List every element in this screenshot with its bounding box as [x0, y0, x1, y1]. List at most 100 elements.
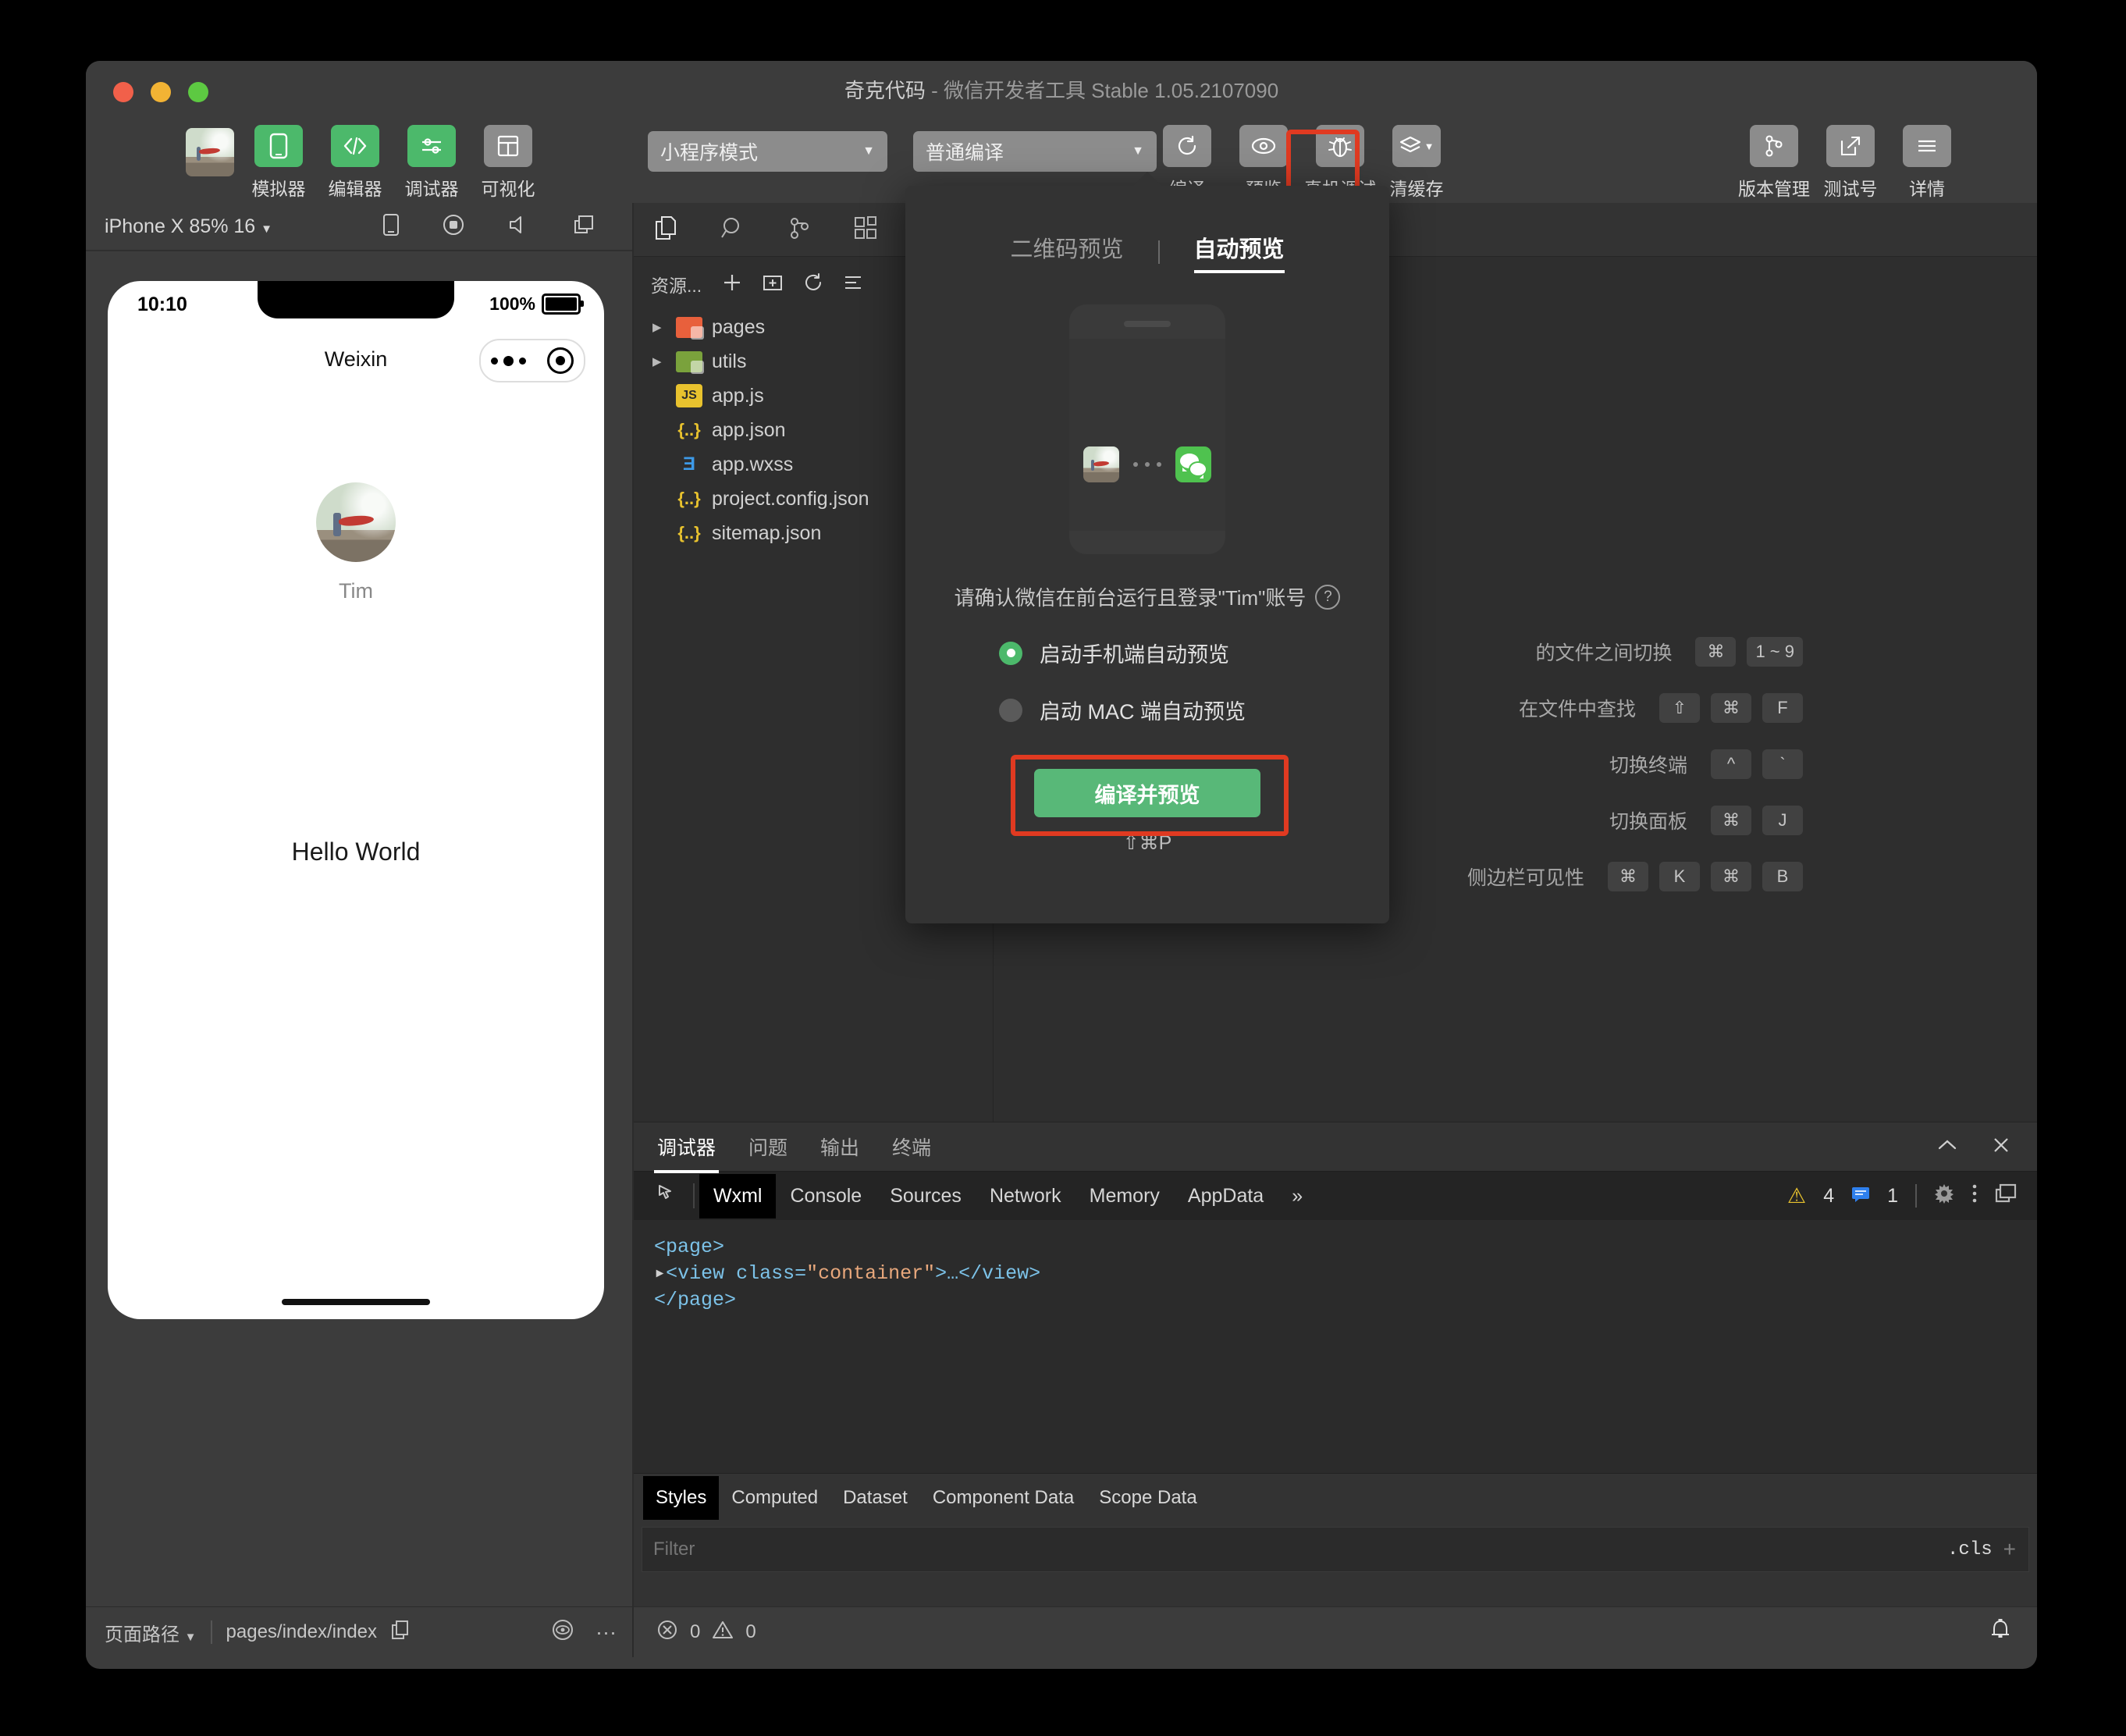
tab-problems[interactable]: 问题: [745, 1128, 791, 1165]
json-file-icon: {..}: [677, 489, 701, 508]
more-tabs-button[interactable]: »: [1278, 1174, 1317, 1218]
tab-appdata[interactable]: AppData: [1174, 1174, 1278, 1218]
debugger-panel: 调试器 问题 输出 终端 Wxml Console Sources Networ…: [634, 1122, 2037, 1606]
toolbar-label: 模拟器: [251, 179, 306, 199]
devtools-window: 奇克代码 - 微信开发者工具 Stable 1.05.2107090 模拟器 编…: [86, 61, 2037, 1669]
refresh-explorer-icon[interactable]: [803, 272, 823, 297]
tab-sources[interactable]: Sources: [876, 1174, 976, 1218]
warning-icon[interactable]: [713, 1620, 734, 1645]
help-icon[interactable]: ?: [1315, 584, 1341, 610]
simulator-panel: iPhone X 85% 16 ▼ 10:10 100% Weixin Tim …: [86, 203, 634, 1606]
close-mini-program-icon[interactable]: [546, 347, 574, 374]
battery-percent: 100%: [489, 293, 535, 314]
tab-memory[interactable]: Memory: [1075, 1174, 1174, 1218]
toolbar-visualizer[interactable]: 可视化: [476, 125, 540, 201]
toolbar-editor[interactable]: 编辑器: [323, 125, 387, 201]
transfer-dots-icon: [1133, 462, 1161, 467]
tab-terminal[interactable]: 终端: [889, 1128, 934, 1165]
phone-simulator[interactable]: 10:10 100% Weixin Tim Hello World: [108, 281, 604, 1319]
phone-screen: [1069, 339, 1225, 531]
dock-panel-icon[interactable]: [1995, 1183, 2017, 1209]
multi-window-icon[interactable]: [573, 215, 595, 239]
toolbar-debugger[interactable]: 调试器: [400, 125, 464, 201]
tab-styles[interactable]: Styles: [643, 1476, 720, 1520]
more-options-icon[interactable]: ···: [595, 1620, 617, 1645]
files-icon[interactable]: [654, 215, 677, 244]
page-path-select[interactable]: 页面路径 ▼: [105, 1619, 197, 1646]
divider: [1157, 240, 1160, 264]
tab-auto-preview[interactable]: 自动预览: [1193, 231, 1285, 273]
tab-console[interactable]: Console: [776, 1174, 876, 1218]
compile-select-value: 普通编译: [926, 142, 1004, 164]
tab-scope-data[interactable]: Scope Data: [1086, 1476, 1209, 1520]
toolbar-version-control[interactable]: 版本管理: [1738, 125, 1810, 201]
copy-icon[interactable]: [391, 1620, 410, 1645]
tab-dataset[interactable]: Dataset: [830, 1476, 920, 1520]
expand-arrow-icon[interactable]: ▸: [654, 1262, 666, 1285]
option-label: 启动手机端自动预览: [1040, 643, 1229, 667]
volume-icon[interactable]: [507, 215, 531, 239]
close-icon[interactable]: [1992, 1136, 2010, 1158]
compile-select[interactable]: 普通编译 ▼: [913, 131, 1157, 172]
wxml-tree[interactable]: <page> ▸<view class="container">…</view>…: [634, 1220, 2037, 1473]
message-icon[interactable]: [1851, 1185, 1870, 1208]
chevron-right-icon[interactable]: ▶: [652, 354, 667, 368]
user-avatar[interactable]: [186, 128, 234, 176]
record-icon[interactable]: [442, 213, 465, 240]
inspect-element-icon[interactable]: [645, 1184, 688, 1208]
toolbar-test-account[interactable]: 测试号: [1818, 125, 1882, 201]
more-icon[interactable]: [491, 355, 527, 366]
toolbar-clear-cache[interactable]: ▼ 清缓存: [1385, 125, 1449, 201]
compile-preview-button-wrap: 编译并预览: [1011, 755, 1289, 836]
page-hello-text: Hello World: [291, 838, 421, 866]
tab-qrcode-preview[interactable]: 二维码预览: [1010, 231, 1123, 273]
tab-network[interactable]: Network: [976, 1174, 1075, 1218]
shortcut-key: `: [1762, 749, 1803, 779]
notifications-icon[interactable]: [1990, 1618, 2037, 1647]
rotate-device-icon[interactable]: [382, 213, 400, 240]
tab-component-data[interactable]: Component Data: [920, 1476, 1086, 1520]
radio-selected-icon[interactable]: [999, 641, 1022, 665]
option-mac-preview[interactable]: 启动 MAC 端自动预览: [999, 695, 1389, 725]
toolbar-details[interactable]: 详情: [1895, 125, 1959, 201]
warning-icon[interactable]: ⚠: [1787, 1184, 1806, 1208]
tab-debugger[interactable]: 调试器: [654, 1128, 720, 1173]
kebab-menu-icon[interactable]: [1971, 1183, 1978, 1209]
shortcut-label: 切换终端: [1609, 755, 1687, 777]
gear-icon[interactable]: [1934, 1183, 1954, 1209]
radio-unselected-icon[interactable]: [999, 698, 1022, 722]
style-filter-input[interactable]: [642, 1538, 1937, 1561]
tab-output[interactable]: 输出: [817, 1128, 862, 1165]
new-folder-icon[interactable]: [763, 273, 783, 296]
eye-icon[interactable]: [552, 1619, 574, 1646]
tab-wxml[interactable]: Wxml: [699, 1173, 777, 1218]
eye-icon: [1239, 125, 1288, 167]
tree-item-label: pages: [712, 315, 766, 338]
chevron-right-icon[interactable]: ▶: [652, 320, 667, 334]
new-file-icon[interactable]: [722, 272, 742, 297]
extensions-icon[interactable]: [854, 215, 877, 244]
toolbar-simulator[interactable]: 模拟器: [247, 125, 311, 201]
chevron-down-icon: ▼: [184, 1630, 197, 1644]
capsule-button[interactable]: [479, 339, 585, 382]
compile-and-preview-button[interactable]: 编译并预览: [1034, 769, 1260, 817]
tab-computed[interactable]: Computed: [719, 1476, 830, 1520]
warning-count: 4: [1823, 1184, 1835, 1207]
js-file-icon: JS: [676, 384, 702, 407]
collapse-icon[interactable]: [1937, 1138, 1957, 1156]
add-style-icon[interactable]: +: [2003, 1537, 2028, 1562]
status-right: 0 0: [632, 1607, 2037, 1657]
tree-item-label: sitemap.json: [712, 521, 822, 544]
cls-toggle[interactable]: .cls: [1936, 1539, 2003, 1560]
layers-icon: ▼: [1392, 125, 1441, 167]
confirm-label: 请确认微信在前台运行且登录"Tim"账号: [954, 586, 1307, 610]
device-select[interactable]: iPhone X 85% 16 ▼: [105, 215, 272, 238]
mode-select[interactable]: 小程序模式 ▼: [648, 131, 887, 172]
json-file-icon: {..}: [677, 523, 701, 542]
error-icon[interactable]: [657, 1620, 677, 1645]
option-mobile-preview[interactable]: 启动手机端自动预览: [999, 638, 1389, 668]
toolbar-label: 测试号: [1823, 179, 1878, 199]
collapse-all-icon[interactable]: [844, 274, 864, 295]
source-control-icon[interactable]: [788, 216, 810, 244]
search-icon[interactable]: [721, 216, 745, 244]
